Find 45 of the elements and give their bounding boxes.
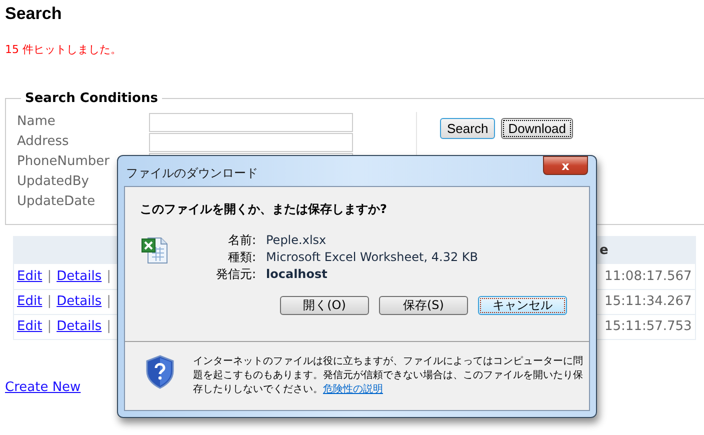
field-label: UpdateDate bbox=[17, 194, 96, 210]
dialog-button[interactable]: 開く(O) bbox=[280, 296, 369, 315]
link-separator: | bbox=[47, 292, 52, 311]
field-label: Address bbox=[17, 134, 69, 150]
detail-label: 名前: bbox=[226, 232, 256, 249]
row-link[interactable]: Edit bbox=[17, 316, 42, 336]
dialog-question: このファイルを開くか、または保存しますか? bbox=[140, 201, 387, 218]
link-separator: | bbox=[106, 268, 112, 286]
text-field[interactable] bbox=[149, 112, 353, 132]
detail-label: 発信元: bbox=[214, 266, 256, 283]
detail-label: 種類: bbox=[226, 249, 256, 266]
text-field[interactable] bbox=[149, 132, 353, 152]
close-button[interactable]: x bbox=[543, 156, 588, 175]
create-new-link[interactable]: Create New bbox=[5, 378, 81, 397]
field-label: PhoneNumber bbox=[17, 154, 110, 170]
column-header: e bbox=[600, 242, 608, 258]
link-separator: | bbox=[47, 318, 52, 336]
detail-value: localhost bbox=[266, 266, 328, 283]
hit-message: 15 件ヒットしました。 bbox=[5, 42, 122, 58]
link-separator: | bbox=[106, 292, 112, 311]
detail-value: Peple.xlsx bbox=[266, 232, 326, 249]
table-cell: 15:11:34.267 bbox=[604, 294, 692, 309]
dialog-title: ファイルのダウンロード bbox=[126, 165, 258, 182]
field-label: UpdatedBy bbox=[17, 174, 89, 190]
search-button[interactable]: Search bbox=[440, 118, 496, 139]
row-link[interactable]: Details bbox=[56, 266, 102, 286]
download-button[interactable]: Download bbox=[501, 118, 574, 139]
detail-value: Microsoft Excel Worksheet, 4.32 KB bbox=[266, 249, 478, 266]
row-link[interactable]: Details bbox=[56, 316, 102, 336]
row-link[interactable]: Edit bbox=[17, 266, 42, 286]
link-separator: | bbox=[106, 318, 112, 336]
row-link[interactable]: Edit bbox=[17, 292, 42, 312]
table-cell: 11:08:17.567 bbox=[604, 268, 692, 284]
warning-text: インターネットのファイルは役に立ちますが、ファイルによってはコンピューターに問題を起こすものもあります。発信元が信頼できない場合は、このファイルを開いたり保存したりしないでください。危険性の説明 bbox=[193, 355, 584, 397]
fieldset-legend: Search Conditions bbox=[21, 88, 162, 108]
field-label: Name bbox=[17, 114, 56, 130]
table-cell: 15:11:57.753 bbox=[604, 318, 692, 334]
spreadsheet-file-icon bbox=[140, 235, 170, 265]
dialog-button[interactable]: キャンセル bbox=[478, 296, 567, 315]
risk-link[interactable]: 危険性の説明 bbox=[323, 384, 383, 395]
dialog-button[interactable]: 保存(S) bbox=[379, 296, 468, 315]
row-link[interactable]: Details bbox=[56, 292, 102, 312]
shield-help-icon bbox=[145, 355, 175, 389]
page-title: Search bbox=[5, 4, 62, 24]
link-separator: | bbox=[47, 268, 52, 286]
